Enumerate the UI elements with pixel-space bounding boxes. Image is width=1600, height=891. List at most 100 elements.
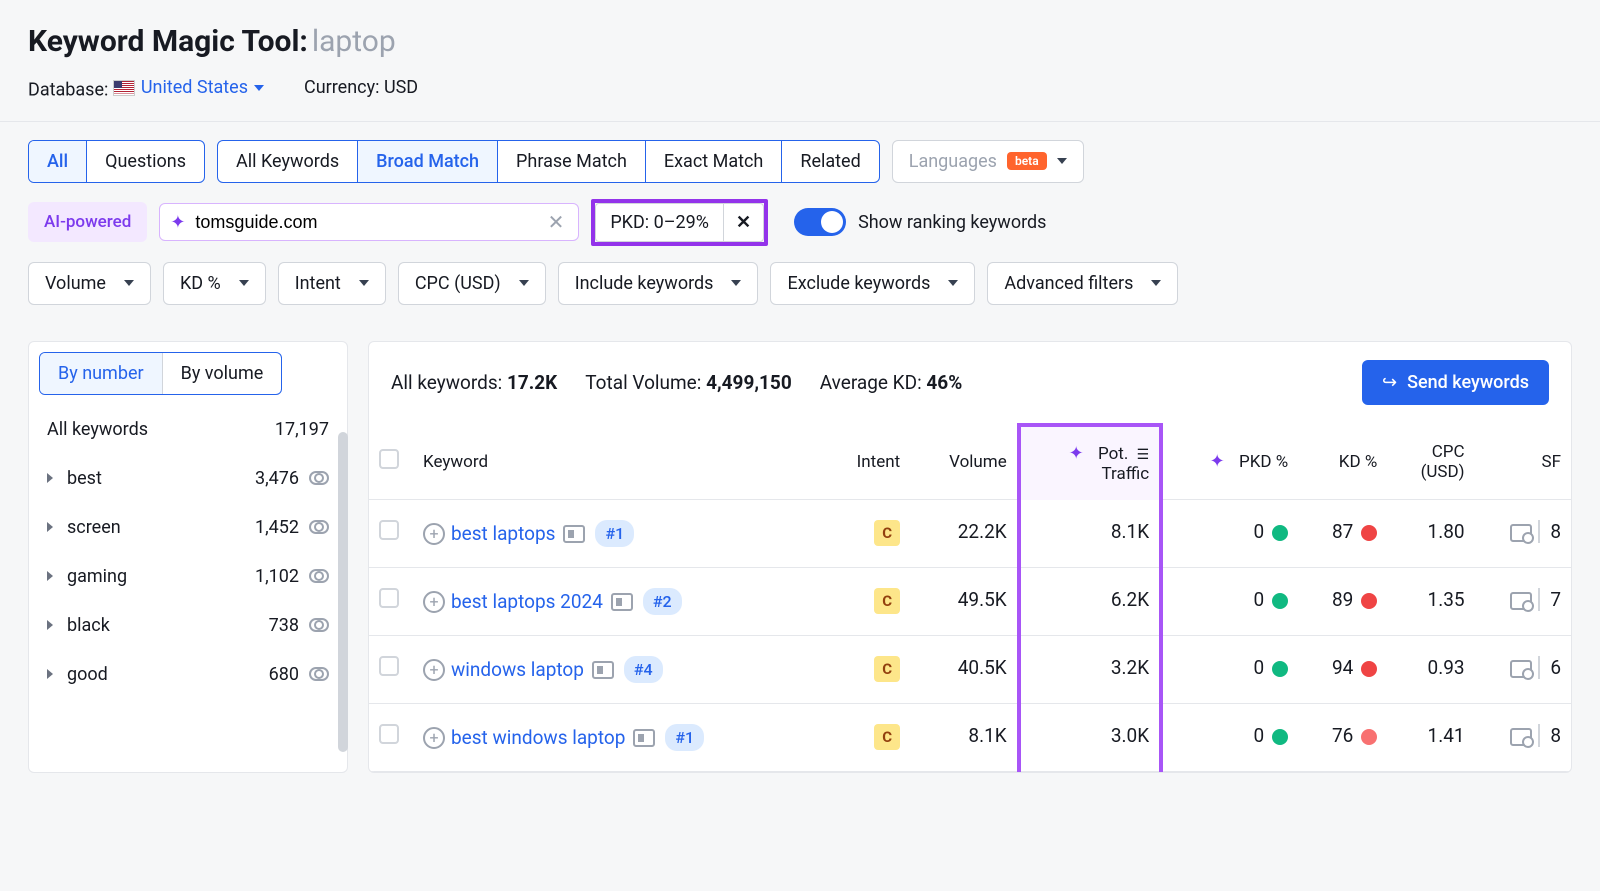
pkd-filter-chip[interactable]: PKD: 0–29% bbox=[596, 204, 723, 241]
chevron-down-icon bbox=[1057, 158, 1067, 164]
eye-icon[interactable] bbox=[309, 520, 329, 534]
col-pot-traffic[interactable]: ✦ Pot. ☰Traffic bbox=[1019, 425, 1161, 500]
difficulty-dot-icon bbox=[1361, 525, 1377, 541]
difficulty-dot-icon bbox=[1272, 661, 1288, 677]
eye-icon[interactable] bbox=[309, 618, 329, 632]
filter-advanced[interactable]: Advanced filters bbox=[987, 262, 1178, 305]
filter-exclude[interactable]: Exclude keywords bbox=[770, 262, 975, 305]
domain-input-wrapper[interactable]: ✦ ✕ bbox=[159, 203, 579, 241]
serp-icon[interactable] bbox=[633, 729, 655, 747]
col-intent[interactable]: Intent bbox=[824, 425, 911, 500]
serp-features-icon[interactable] bbox=[1510, 728, 1532, 746]
pkd-cell: 0 bbox=[1161, 500, 1298, 568]
filter-intent[interactable]: Intent bbox=[278, 262, 386, 305]
col-kd[interactable]: KD % bbox=[1298, 425, 1387, 500]
filter-volume[interactable]: Volume bbox=[28, 262, 151, 305]
chevron-right-icon bbox=[47, 522, 53, 532]
col-cpc[interactable]: CPC(USD) bbox=[1387, 425, 1474, 500]
chevron-down-icon bbox=[359, 280, 369, 286]
ai-powered-badge: AI-powered bbox=[28, 202, 147, 242]
kd-cell: 76 bbox=[1298, 704, 1387, 772]
serp-icon[interactable] bbox=[592, 661, 614, 679]
expand-icon[interactable]: + bbox=[423, 523, 445, 545]
chevron-right-icon bbox=[47, 620, 53, 630]
tab-phrase-match[interactable]: Phrase Match bbox=[497, 141, 645, 182]
rank-badge: #1 bbox=[595, 520, 634, 547]
domain-input[interactable] bbox=[195, 212, 543, 233]
arrow-icon: ↪ bbox=[1382, 372, 1397, 393]
filter-cpc[interactable]: CPC (USD) bbox=[398, 262, 546, 305]
col-pkd[interactable]: ✦ PKD % bbox=[1161, 425, 1298, 500]
serp-features-icon[interactable] bbox=[1510, 592, 1532, 610]
row-checkbox[interactable] bbox=[379, 656, 399, 676]
sidebar-group[interactable]: best bbox=[67, 468, 229, 489]
expand-icon[interactable]: + bbox=[423, 591, 445, 613]
intent-badge: C bbox=[874, 588, 900, 614]
tab-related[interactable]: Related bbox=[781, 141, 878, 182]
sidebar-group[interactable]: good bbox=[67, 664, 229, 685]
currency-value: USD bbox=[384, 77, 418, 98]
sf-cell: 7 bbox=[1475, 568, 1571, 636]
col-keyword[interactable]: Keyword bbox=[413, 425, 824, 500]
serp-features-icon[interactable] bbox=[1510, 660, 1532, 678]
chevron-down-icon bbox=[948, 280, 958, 286]
sidebar-group[interactable]: gaming bbox=[67, 566, 229, 587]
tab-all[interactable]: All bbox=[29, 141, 86, 182]
row-checkbox[interactable] bbox=[379, 588, 399, 608]
show-ranking-label: Show ranking keywords bbox=[858, 212, 1046, 233]
database-selector[interactable]: United States bbox=[113, 77, 264, 98]
keyword-link[interactable]: best laptops 2024 bbox=[451, 590, 603, 613]
expand-icon[interactable]: + bbox=[423, 727, 445, 749]
filter-include[interactable]: Include keywords bbox=[558, 262, 759, 305]
intent-badge: C bbox=[874, 656, 900, 682]
serp-icon[interactable] bbox=[563, 525, 585, 543]
serp-features-icon[interactable] bbox=[1510, 524, 1532, 542]
volume-cell: 40.5K bbox=[910, 636, 1019, 704]
eye-icon[interactable] bbox=[309, 667, 329, 681]
summary-total-volume: Total Volume: 4,499,150 bbox=[585, 371, 791, 394]
col-sf[interactable]: SF bbox=[1475, 425, 1571, 500]
cpc-cell: 1.35 bbox=[1387, 568, 1474, 636]
chevron-right-icon bbox=[47, 473, 53, 483]
sidebar-group[interactable]: black bbox=[67, 615, 229, 636]
sidebar-all-keywords[interactable]: All keywords bbox=[47, 419, 259, 440]
sidebar-group[interactable]: screen bbox=[67, 517, 229, 538]
page-title-term: laptop bbox=[312, 24, 396, 59]
col-volume[interactable]: Volume bbox=[910, 425, 1019, 500]
pkd-filter-remove[interactable]: ✕ bbox=[723, 204, 763, 241]
show-ranking-toggle[interactable] bbox=[794, 208, 846, 236]
pot-traffic-cell: 6.2K bbox=[1019, 568, 1161, 636]
sidebar-group-count: 738 bbox=[229, 615, 299, 636]
kd-cell: 94 bbox=[1298, 636, 1387, 704]
select-all-checkbox[interactable] bbox=[379, 449, 399, 469]
difficulty-dot-icon bbox=[1361, 593, 1377, 609]
table-row: + best laptops #1 C 22.2K 8.1K 0 87 1.80… bbox=[369, 500, 1571, 568]
keyword-link[interactable]: best laptops bbox=[451, 522, 555, 545]
clear-domain-button[interactable]: ✕ bbox=[544, 210, 569, 234]
tab-exact-match[interactable]: Exact Match bbox=[645, 141, 781, 182]
keyword-link[interactable]: best windows laptop bbox=[451, 726, 625, 749]
pkd-cell: 0 bbox=[1161, 704, 1298, 772]
tab-all-keywords[interactable]: All Keywords bbox=[218, 141, 357, 182]
languages-dropdown[interactable]: Languages beta bbox=[892, 140, 1084, 183]
row-checkbox[interactable] bbox=[379, 520, 399, 540]
keyword-link[interactable]: windows laptop bbox=[451, 658, 584, 681]
eye-icon[interactable] bbox=[309, 471, 329, 485]
tab-questions[interactable]: Questions bbox=[86, 141, 204, 182]
difficulty-dot-icon bbox=[1361, 729, 1377, 745]
send-keywords-button[interactable]: ↪ Send keywords bbox=[1362, 360, 1549, 405]
row-checkbox[interactable] bbox=[379, 724, 399, 744]
sidebar-by-number[interactable]: By number bbox=[40, 353, 162, 394]
filter-kd[interactable]: KD % bbox=[163, 262, 266, 305]
serp-icon[interactable] bbox=[611, 593, 633, 611]
chevron-down-icon bbox=[731, 280, 741, 286]
expand-icon[interactable]: + bbox=[423, 659, 445, 681]
eye-icon[interactable] bbox=[309, 569, 329, 583]
difficulty-dot-icon bbox=[1361, 661, 1377, 677]
chevron-down-icon bbox=[1151, 280, 1161, 286]
sidebar-by-volume[interactable]: By volume bbox=[162, 353, 282, 394]
cpc-cell: 1.80 bbox=[1387, 500, 1474, 568]
sidebar: By number By volume All keywords 17,197 … bbox=[28, 341, 348, 774]
summary-average-kd: Average KD: 46% bbox=[820, 371, 963, 394]
tab-broad-match[interactable]: Broad Match bbox=[357, 141, 497, 182]
